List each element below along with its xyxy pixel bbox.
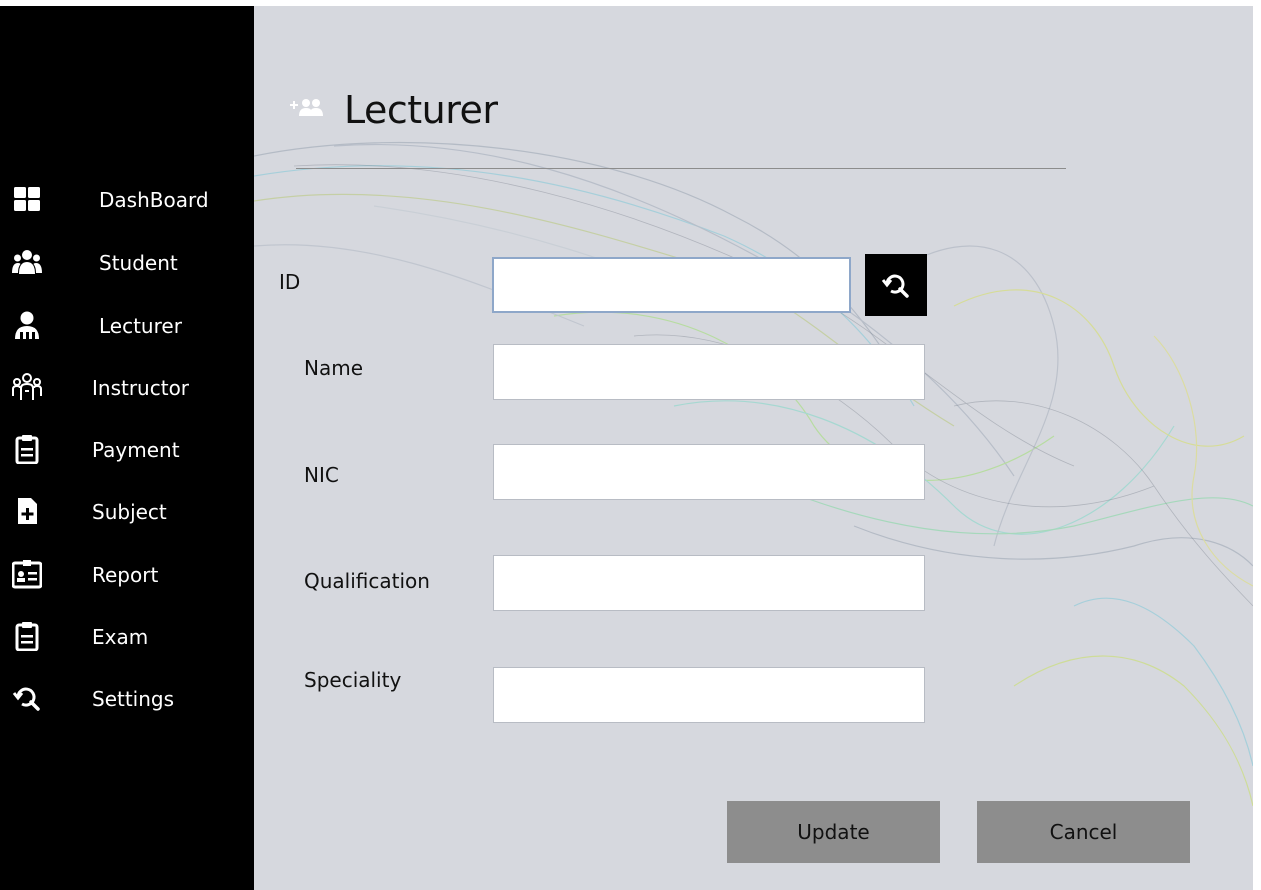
name-input[interactable] — [493, 344, 925, 400]
id-card-icon — [12, 560, 42, 589]
speciality-input[interactable] — [493, 667, 925, 723]
sidebar-item-report[interactable]: Report — [0, 551, 254, 601]
search-refresh-icon — [12, 687, 40, 711]
sidebar-item-label: DashBoard — [99, 188, 209, 212]
id-search-button[interactable] — [865, 254, 927, 316]
sidebar-item-instructor[interactable]: Instructor — [0, 364, 254, 414]
sidebar-item-payment[interactable]: Payment — [0, 426, 254, 476]
sidebar-item-label: Student — [99, 251, 178, 275]
sidebar-item-label: Exam — [92, 625, 149, 649]
dashboard-icon — [14, 187, 40, 211]
sidebar-item-label: Report — [92, 563, 159, 587]
id-label: ID — [279, 270, 301, 294]
clipboard-icon — [15, 435, 39, 464]
app-window: DashBoard Student Lecturer Instructor Pa… — [0, 0, 1261, 890]
sidebar-item-lecturer[interactable]: Lecturer — [0, 302, 254, 352]
sidebar-item-student[interactable]: Student — [0, 239, 254, 289]
speciality-label: Speciality — [304, 668, 402, 692]
file-add-icon — [18, 498, 37, 524]
clipboard-icon — [15, 622, 39, 651]
name-label: Name — [304, 356, 364, 380]
sidebar-item-label: Lecturer — [99, 314, 182, 338]
nic-label: NIC — [304, 463, 339, 487]
sidebar-item-label: Payment — [92, 438, 180, 462]
page-title: Lecturer — [344, 88, 498, 132]
nic-input[interactable] — [493, 444, 925, 500]
main-panel: Lecturer ID Name NIC Qualification Speci… — [254, 6, 1253, 890]
cancel-button[interactable]: Cancel — [977, 801, 1190, 863]
sidebar: DashBoard Student Lecturer Instructor Pa… — [0, 6, 254, 890]
update-button[interactable]: Update — [727, 801, 940, 863]
sidebar-item-subject[interactable]: Subject — [0, 488, 254, 538]
sidebar-item-label: Subject — [92, 500, 167, 524]
window-right-edge — [1253, 0, 1261, 890]
header-divider — [296, 168, 1066, 169]
lecturer-icon — [15, 311, 39, 339]
id-input[interactable] — [492, 257, 851, 313]
add-user-icon — [290, 99, 323, 116]
sidebar-item-label: Instructor — [92, 376, 190, 400]
search-refresh-icon — [881, 274, 909, 298]
sidebar-item-settings[interactable]: Settings — [0, 675, 254, 725]
qualification-input[interactable] — [493, 555, 925, 611]
users-group-icon — [12, 250, 42, 274]
sidebar-item-dashboard[interactable]: DashBoard — [0, 176, 254, 226]
instructor-icon — [12, 373, 42, 400]
sidebar-item-label: Settings — [92, 687, 175, 711]
sidebar-item-exam[interactable]: Exam — [0, 613, 254, 663]
qualification-label: Qualification — [304, 569, 430, 593]
